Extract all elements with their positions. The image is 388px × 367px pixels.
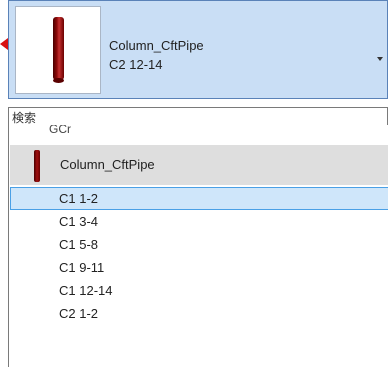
dropdown-arrow-icon[interactable] [377, 57, 383, 61]
column-pipe-icon [53, 17, 64, 83]
list-item[interactable]: C1 5-8 [10, 233, 388, 256]
type-list[interactable]: GCr Column_CftPipe C1 1-2 C1 3-4 C1 5-8 … [8, 125, 388, 367]
partial-list-item: GCr [49, 125, 71, 133]
selected-family-name: Column_CftPipe [109, 38, 204, 53]
list-item[interactable]: C1 3-4 [10, 210, 388, 233]
column-pipe-icon [34, 150, 40, 182]
family-group-header: Column_CftPipe [10, 145, 388, 185]
search-input[interactable]: 検索 [8, 107, 388, 126]
family-group-label: Column_CftPipe [60, 157, 155, 172]
list-item[interactable]: C1 12-14 [10, 279, 388, 302]
list-item[interactable]: C1 9-11 [10, 256, 388, 279]
type-preview-thumbnail [15, 6, 101, 94]
list-item[interactable]: C2 1-2 [10, 302, 388, 325]
list-item[interactable]: C1 1-2 [10, 187, 388, 210]
red-indicator-arrow [0, 38, 8, 50]
selected-type-name: C2 12-14 [109, 57, 163, 72]
family-type-selector[interactable]: Column_CftPipe C2 12-14 [8, 0, 388, 99]
